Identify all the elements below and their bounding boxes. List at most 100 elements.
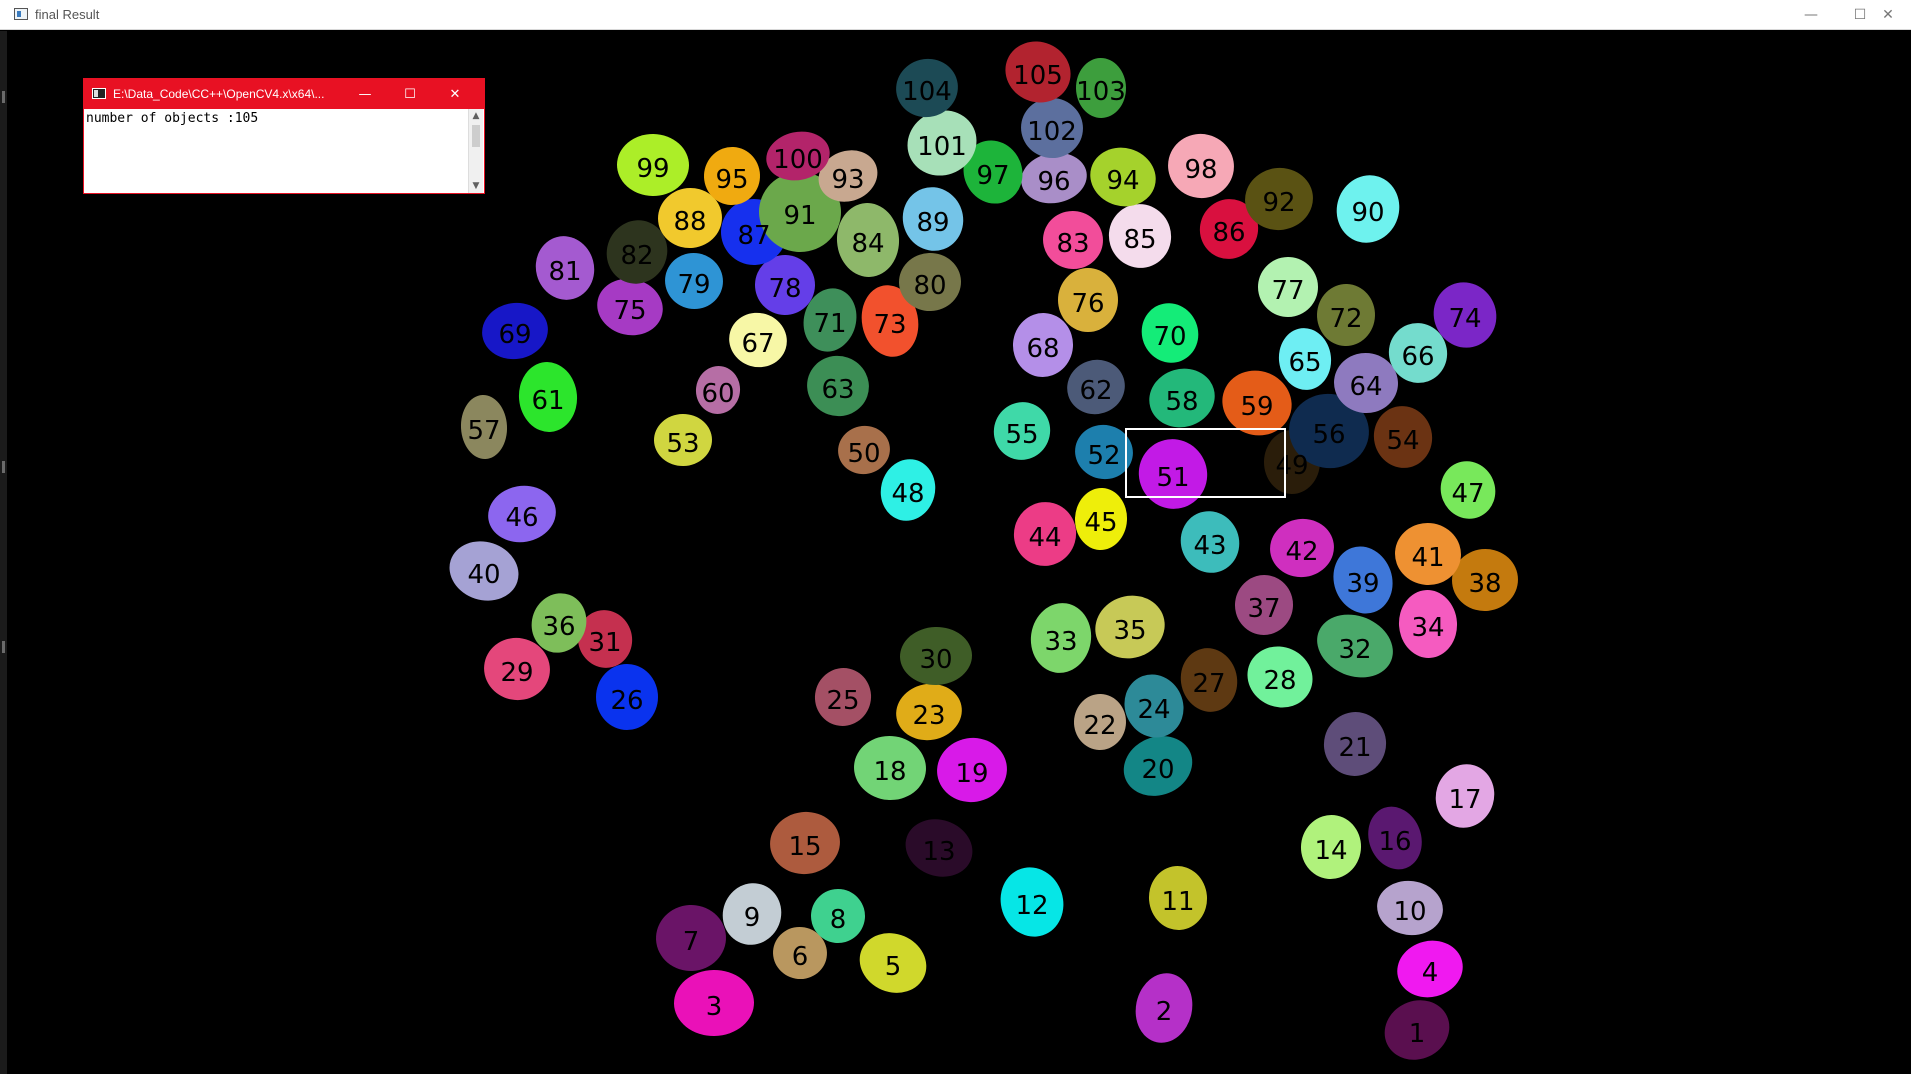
- object-label: 12: [1015, 891, 1049, 921]
- object-label: 10: [1393, 897, 1427, 927]
- object-label: 39: [1346, 569, 1380, 599]
- object-label: 54: [1386, 426, 1420, 456]
- object-label: 83: [1056, 229, 1090, 259]
- object-label: 24: [1137, 695, 1171, 725]
- window-title-bar[interactable]: final Result — ☐ ✕: [0, 0, 1911, 30]
- object-label: 81: [548, 257, 582, 287]
- object-label: 21: [1338, 733, 1372, 763]
- object-label: 99: [636, 154, 670, 184]
- object-label: 11: [1161, 887, 1195, 917]
- app-icon: [14, 8, 28, 20]
- object-label: 84: [851, 229, 885, 259]
- object-label: 57: [467, 416, 501, 446]
- object-label: 59: [1240, 392, 1274, 422]
- object-label: 52: [1087, 441, 1121, 471]
- object-label: 78: [768, 274, 802, 304]
- object-label: 91: [783, 201, 817, 231]
- object-label: 80: [913, 271, 947, 301]
- object-label: 22: [1083, 711, 1117, 741]
- object-label: 36: [542, 612, 576, 642]
- minimize-button[interactable]: —: [1788, 0, 1834, 30]
- object-label: 37: [1247, 594, 1281, 624]
- object-label: 89: [916, 208, 950, 238]
- edge-mark: [2, 91, 5, 103]
- object-label: 1: [1408, 1019, 1426, 1049]
- object-label: 100: [773, 145, 823, 175]
- object-label: 30: [919, 645, 953, 675]
- edge-mark: [2, 641, 5, 653]
- object-label: 56: [1312, 420, 1346, 450]
- object-label: 15: [788, 832, 822, 862]
- object-label: 47: [1451, 479, 1485, 509]
- object-label: 26: [610, 686, 644, 716]
- object-label: 101: [917, 132, 967, 162]
- object-label: 50: [847, 439, 881, 469]
- console-maximize-button[interactable]: ☐: [388, 79, 432, 109]
- object-label: 19: [955, 759, 989, 789]
- console-close-button[interactable]: ✕: [433, 79, 477, 109]
- object-label: 62: [1079, 376, 1113, 406]
- object-label: 35: [1113, 616, 1147, 646]
- object-label: 5: [884, 952, 902, 982]
- object-label: 23: [912, 701, 946, 731]
- scroll-up-arrow-icon[interactable]: ▲: [469, 109, 483, 123]
- object-label: 71: [813, 309, 847, 339]
- object-label: 105: [1013, 61, 1063, 91]
- object-label: 79: [677, 270, 711, 300]
- object-label: 17: [1448, 785, 1482, 815]
- console-minimize-button[interactable]: —: [343, 79, 387, 109]
- window-title: final Result: [35, 7, 100, 22]
- console-scrollbar[interactable]: ▲ ▼: [468, 109, 483, 193]
- object-label: 96: [1037, 167, 1071, 197]
- scroll-thumb[interactable]: [472, 125, 480, 147]
- object-label: 7: [682, 927, 700, 957]
- object-label: 69: [498, 320, 532, 350]
- object-label: 70: [1153, 322, 1187, 352]
- object-label: 13: [922, 837, 956, 867]
- object-label: 93: [831, 165, 865, 195]
- object-label: 67: [741, 329, 775, 359]
- object-label: 14: [1314, 836, 1348, 866]
- object-label: 68: [1026, 334, 1060, 364]
- object-label: 97: [976, 161, 1010, 191]
- object-label: 2: [1155, 997, 1173, 1027]
- object-label: 8: [829, 905, 847, 935]
- object-label: 88: [673, 207, 707, 237]
- object-label: 45: [1084, 508, 1118, 538]
- object-label: 27: [1192, 669, 1226, 699]
- object-label: 53: [666, 429, 700, 459]
- object-label: 28: [1263, 666, 1297, 696]
- object-label: 46: [505, 503, 539, 533]
- object-label: 9: [743, 903, 761, 933]
- console-title: E:\Data_Code\CC++\OpenCV4.x\x64\...: [113, 87, 325, 101]
- console-icon: [92, 88, 106, 99]
- object-label: 82: [620, 241, 654, 271]
- object-label: 40: [467, 560, 501, 590]
- object-label: 58: [1165, 387, 1199, 417]
- edge-mark: [2, 461, 5, 473]
- object-label: 94: [1106, 166, 1140, 196]
- object-label: 64: [1349, 372, 1383, 402]
- object-label: 18: [873, 757, 907, 787]
- object-label: 72: [1329, 304, 1363, 334]
- object-label: 76: [1071, 289, 1105, 319]
- object-label: 43: [1193, 531, 1227, 561]
- object-label: 41: [1411, 543, 1445, 573]
- object-label: 16: [1378, 827, 1412, 857]
- close-button[interactable]: ✕: [1865, 0, 1911, 30]
- object-label: 29: [500, 658, 534, 688]
- object-label: 31: [588, 628, 622, 658]
- console-window[interactable]: E:\Data_Code\CC++\OpenCV4.x\x64\... — ☐ …: [83, 78, 485, 194]
- object-label: 85: [1123, 225, 1157, 255]
- left-edge-strip: [0, 31, 7, 1074]
- object-label: 87: [737, 221, 771, 251]
- console-title-bar[interactable]: E:\Data_Code\CC++\OpenCV4.x\x64\... — ☐ …: [84, 79, 484, 109]
- object-label: 98: [1184, 155, 1218, 185]
- object-label: 90: [1351, 198, 1385, 228]
- object-label: 92: [1262, 188, 1296, 218]
- object-label: 77: [1271, 276, 1305, 306]
- object-label: 33: [1044, 627, 1078, 657]
- scroll-down-arrow-icon[interactable]: ▼: [469, 179, 483, 193]
- object-label: 3: [705, 992, 723, 1022]
- object-label: 63: [821, 375, 855, 405]
